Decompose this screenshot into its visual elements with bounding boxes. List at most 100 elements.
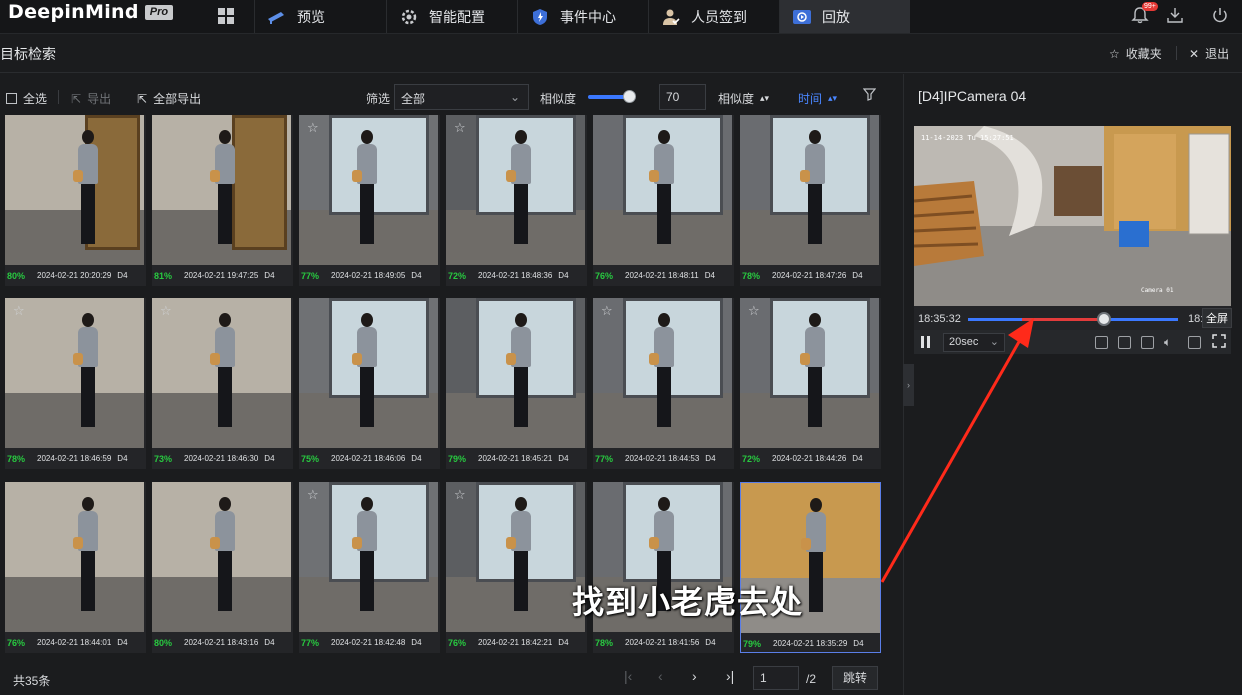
capture-time: 2024-02-21 18:48:11 [625, 271, 699, 280]
export-clip-icon[interactable] [1118, 336, 1131, 349]
tab-event-center[interactable]: 事件中心 [517, 0, 648, 33]
exit-button[interactable]: ✕ 退出 [1189, 45, 1229, 62]
result-thumbnail[interactable]: 78% 2024-02-21 18:47:26 D4 [740, 115, 881, 286]
last-page-button[interactable]: ›| [726, 668, 734, 684]
timeline-handle[interactable] [1097, 312, 1111, 326]
thumbnail-image [299, 482, 438, 632]
video-view[interactable] [914, 126, 1231, 306]
channel-label: D4 [558, 638, 569, 647]
similarity-percent: 76% [7, 638, 26, 648]
thumbnail-caption: 72% 2024-02-21 18:44:26 D4 [740, 449, 879, 469]
result-thumbnail[interactable]: 81% 2024-02-21 19:47:25 D4 [152, 115, 293, 286]
star-icon[interactable]: ☆ [454, 487, 466, 503]
next-page-button[interactable]: › [692, 668, 697, 684]
snapshot-icon[interactable] [1141, 336, 1154, 349]
result-thumbnail[interactable]: 80% 2024-02-21 20:20:29 D4 [5, 115, 146, 286]
result-thumbnail[interactable]: ☆ 77% 2024-02-21 18:49:05 D4 [299, 115, 440, 286]
similarity-slider-handle[interactable] [623, 90, 636, 103]
thumbnail-image [152, 482, 291, 632]
thumbnail-caption: 77% 2024-02-21 18:44:53 D4 [593, 449, 732, 469]
result-thumbnail[interactable]: 78% 2024-02-21 18:41:56 D4 [593, 482, 734, 653]
star-icon[interactable]: ☆ [307, 487, 319, 503]
thumbnail-image [446, 298, 585, 448]
export-all-icon: ⇱ [137, 91, 148, 106]
speed-select[interactable]: 20sec ⌄ [943, 333, 1005, 352]
clip-icon[interactable] [1095, 336, 1108, 349]
sort-time-button[interactable]: 时间 ▴▾ [798, 90, 837, 107]
thumbnail-caption: 78% 2024-02-21 18:47:26 D4 [740, 266, 879, 286]
favorites-button[interactable]: ☆ 收藏夹 [1109, 45, 1162, 62]
result-thumbnail[interactable]: 79% 2024-02-21 18:35:29 D4 [740, 482, 881, 653]
thumbnail-image [299, 298, 438, 448]
star-icon: ☆ [1109, 46, 1120, 61]
filter-value: 全部 [401, 92, 426, 106]
timeline-track[interactable] [968, 318, 1022, 321]
power-icon[interactable] [1211, 6, 1231, 26]
result-thumbnail[interactable]: ☆ 76% 2024-02-21 18:42:21 D4 [446, 482, 587, 653]
star-icon[interactable]: ☆ [748, 303, 760, 319]
result-thumbnail[interactable]: ☆ 72% 2024-02-21 18:44:26 D4 [740, 298, 881, 469]
sort-updown-icon: ▴▾ [828, 93, 838, 103]
similarity-label: 相似度 [540, 92, 577, 106]
export-button[interactable]: ⇱ 导出 [71, 90, 111, 107]
volume-icon[interactable]: 🔈︎ [1164, 335, 1171, 350]
result-thumbnail[interactable]: ☆ 73% 2024-02-21 18:46:30 D4 [152, 298, 293, 469]
camera-icon [267, 8, 287, 26]
filter-select[interactable]: 全部 ⌄ [394, 84, 529, 110]
result-thumbnail[interactable]: 76% 2024-02-21 18:44:01 D4 [5, 482, 146, 653]
page-number-input[interactable]: 1 [753, 666, 799, 690]
star-icon[interactable]: ☆ [160, 303, 172, 319]
tab-checkin[interactable]: 人员签到 [648, 0, 779, 33]
similarity-input[interactable]: 70 [659, 84, 706, 110]
fullscreen-icon[interactable] [1211, 333, 1227, 352]
sort-updown-icon: ▴▾ [760, 93, 770, 103]
capture-time: 2024-02-21 18:44:01 [37, 638, 112, 647]
channel-label: D4 [558, 271, 569, 280]
pause-icon[interactable] [921, 336, 931, 348]
capture-time: 2024-02-21 19:47:25 [184, 271, 259, 280]
star-icon[interactable]: ☆ [601, 303, 613, 319]
result-thumbnail[interactable]: ☆ 78% 2024-02-21 18:46:59 D4 [5, 298, 146, 469]
timeline-track[interactable] [1104, 318, 1178, 321]
capture-time: 2024-02-21 18:42:48 [331, 638, 406, 647]
result-thumbnail[interactable]: 76% 2024-02-21 18:48:11 D4 [593, 115, 734, 286]
channel-label: D4 [705, 638, 716, 647]
result-thumbnail[interactable]: 79% 2024-02-21 18:45:21 D4 [446, 298, 587, 469]
sort-similarity-button[interactable]: 相似度 ▴▾ [718, 90, 769, 107]
panel-collapse-handle[interactable]: › [903, 364, 914, 406]
divider [58, 90, 59, 104]
tab-label: 智能配置 [429, 8, 485, 25]
channel-label: D4 [411, 454, 422, 463]
tab-playback[interactable]: 回放 [779, 0, 910, 33]
tab-smart-config[interactable]: 智能配置 [386, 0, 517, 33]
jump-button[interactable]: 跳转 [832, 666, 878, 690]
select-all-label: 全选 [23, 92, 48, 106]
page-title: 目标检索 [0, 46, 56, 62]
capture-time: 2024-02-21 18:49:05 [331, 271, 406, 280]
video-camera-label: Camera 01 [1141, 287, 1174, 294]
result-thumbnail[interactable]: ☆ 77% 2024-02-21 18:44:53 D4 [593, 298, 734, 469]
tab-preview[interactable]: 预览 [254, 0, 386, 33]
similarity-percent: 80% [7, 271, 26, 281]
result-thumbnail[interactable]: 80% 2024-02-21 18:43:16 D4 [152, 482, 293, 653]
app-grid-icon[interactable] [218, 8, 234, 24]
similarity-percent: 77% [301, 271, 320, 281]
channel-label: D4 [705, 454, 716, 463]
download-icon[interactable] [1166, 6, 1186, 26]
playback-icon [792, 8, 812, 26]
prev-page-button[interactable]: ‹ [658, 668, 663, 684]
result-thumbnail[interactable]: 75% 2024-02-21 18:46:06 D4 [299, 298, 440, 469]
chevron-down-icon: ⌄ [989, 336, 999, 348]
stream-icon[interactable] [1188, 336, 1201, 349]
star-icon[interactable]: ☆ [454, 120, 466, 136]
select-all-checkbox[interactable]: 全选 [6, 90, 47, 107]
funnel-filter-icon[interactable] [862, 88, 877, 104]
timeline-played-track[interactable] [1022, 318, 1104, 321]
star-icon[interactable]: ☆ [307, 120, 319, 136]
result-thumbnail[interactable]: ☆ 77% 2024-02-21 18:42:48 D4 [299, 482, 440, 653]
first-page-button[interactable]: |‹ [624, 668, 632, 684]
export-all-button[interactable]: ⇱ 全部导出 [137, 90, 201, 107]
timeline-start-time: 18:35:32 [918, 313, 961, 325]
result-thumbnail[interactable]: ☆ 72% 2024-02-21 18:48:36 D4 [446, 115, 587, 286]
star-icon[interactable]: ☆ [13, 303, 25, 319]
